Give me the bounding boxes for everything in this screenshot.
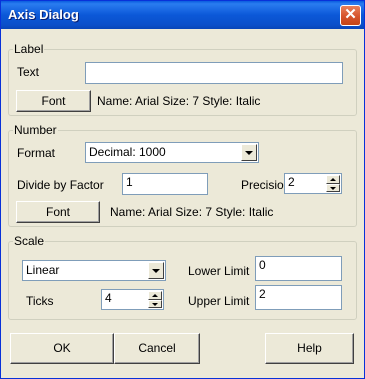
text-label: Text xyxy=(17,65,40,79)
ok-button[interactable]: OK xyxy=(10,333,114,364)
axis-dialog-window: Axis Dialog ✕ Label Text Font Name: Aria… xyxy=(0,0,365,379)
spin-up-icon[interactable] xyxy=(326,175,340,184)
format-label: Format xyxy=(17,146,56,160)
spin-down-icon[interactable] xyxy=(326,183,340,192)
precision-stepper[interactable]: 2 xyxy=(284,173,342,194)
number-font-button[interactable]: Font xyxy=(16,201,100,223)
lower-limit-input[interactable]: 0 xyxy=(255,256,342,281)
format-value: Decimal: 1000 xyxy=(89,145,166,159)
spin-buttons[interactable] xyxy=(326,175,340,192)
scale-type-select[interactable]: Linear xyxy=(22,260,166,281)
ticks-stepper[interactable]: 4 xyxy=(101,289,164,310)
title-bar[interactable]: Axis Dialog ✕ xyxy=(1,1,364,29)
label-font-button[interactable]: Font xyxy=(16,90,91,112)
label-font-info: Name: Arial Size: 7 Style: Italic xyxy=(97,94,261,108)
upper-limit-label: Upper Limit xyxy=(188,294,250,308)
spin-up-icon[interactable] xyxy=(148,291,162,300)
lower-limit-label: Lower Limit xyxy=(188,264,250,278)
divide-factor-label: Divide by Factor xyxy=(17,178,104,192)
upper-limit-input[interactable]: 2 xyxy=(255,285,342,310)
number-group-legend: Number xyxy=(14,123,57,137)
scale-group-legend: Scale xyxy=(14,234,45,248)
label-text-input[interactable] xyxy=(85,62,343,84)
spin-buttons[interactable] xyxy=(148,291,162,308)
spin-down-icon[interactable] xyxy=(148,299,162,308)
divide-factor-input[interactable]: 1 xyxy=(122,173,208,195)
chevron-down-icon[interactable] xyxy=(148,262,164,279)
ticks-label: Ticks xyxy=(26,294,54,308)
ticks-value: 4 xyxy=(105,291,112,305)
help-button[interactable]: Help xyxy=(265,333,354,364)
precision-label: Precision xyxy=(241,178,291,192)
close-icon[interactable]: ✕ xyxy=(340,5,361,26)
precision-value: 2 xyxy=(288,175,295,189)
window-title: Axis Dialog xyxy=(8,7,79,22)
cancel-button[interactable]: Cancel xyxy=(114,333,200,364)
scale-type-value: Linear xyxy=(26,263,60,277)
label-group-legend: Label xyxy=(14,42,44,56)
number-font-info: Name: Arial Size: 7 Style: Italic xyxy=(110,205,274,219)
chevron-down-icon[interactable] xyxy=(241,144,257,161)
format-select[interactable]: Decimal: 1000 xyxy=(85,142,259,163)
